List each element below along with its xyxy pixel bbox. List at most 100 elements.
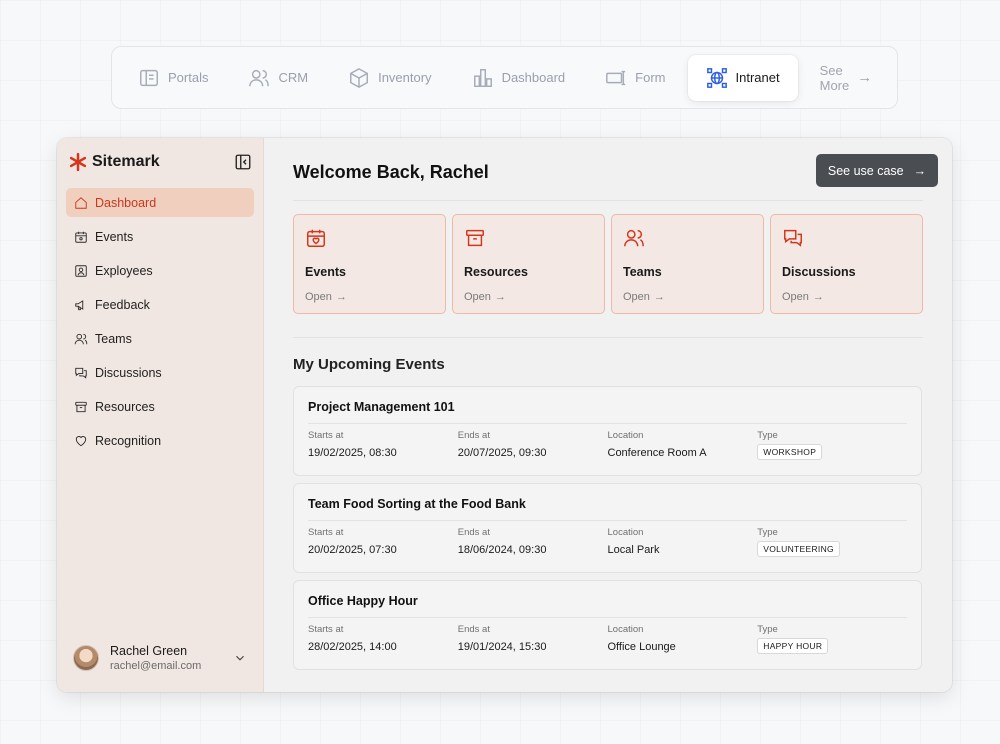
arrow-right-icon: → xyxy=(335,291,347,303)
chevron-down-icon[interactable] xyxy=(233,651,247,665)
location-label: Location xyxy=(607,624,644,635)
event-details: Starts at 20/02/2025, 07:30 Ends at 18/06/… xyxy=(308,527,907,557)
sidebar-item-dashboard[interactable]: Dashboard xyxy=(66,188,254,217)
tab-inventory[interactable]: Inventory xyxy=(330,55,449,101)
tab-dashboard[interactable]: Dashboard xyxy=(454,55,584,101)
archive-icon xyxy=(75,401,87,412)
arrow-right-icon: → xyxy=(857,69,873,86)
sidebar-item-employees[interactable]: Exployees xyxy=(66,256,254,285)
event-location: Location Conference Room A xyxy=(608,430,758,460)
chat-icon xyxy=(75,367,87,379)
tab-label: Form xyxy=(635,70,666,85)
event-details: Starts at 28/02/2025, 14:00 Ends at 19/01/… xyxy=(308,624,907,654)
divider xyxy=(308,617,907,618)
card-discussions[interactable]: Discussions Open → xyxy=(770,214,923,314)
event-type: Type WORKSHOP xyxy=(757,430,907,460)
location-label: Location xyxy=(607,527,644,538)
inventory-icon xyxy=(350,67,369,88)
section-title: My Upcoming Events xyxy=(293,356,445,373)
ends-label: Ends at xyxy=(457,527,490,538)
tab-portals[interactable]: Portals xyxy=(120,55,226,101)
sidebar-item-resources[interactable]: Resources xyxy=(66,392,254,421)
sidebar-item-feedback[interactable]: Feedback xyxy=(66,290,254,319)
open-label: Open xyxy=(464,291,491,303)
starts-label: Starts at xyxy=(308,527,344,538)
users-icon xyxy=(74,333,88,344)
type-label: Type xyxy=(757,527,778,538)
collapse-sidebar-icon[interactable] xyxy=(234,153,252,171)
see-more-link[interactable]: See More → xyxy=(802,55,891,101)
user-email: rachel@email.com xyxy=(110,660,202,672)
location-value: Local Park xyxy=(607,544,660,556)
starts-label: Starts at xyxy=(308,624,344,635)
card-title: Discussions xyxy=(782,265,856,279)
arrow-right-icon: → xyxy=(494,291,506,303)
divider xyxy=(308,520,907,521)
id-card-icon xyxy=(75,264,87,277)
card-title: Teams xyxy=(623,265,662,279)
ends-value: 19/01/2024, 15:30 xyxy=(457,641,547,653)
sidebar-item-label: Feedback xyxy=(95,297,150,312)
calendar-icon xyxy=(75,231,87,243)
page-title: Welcome Back, Rachel xyxy=(293,162,489,182)
ends-label: Ends at xyxy=(457,430,490,441)
card-teams[interactable]: Teams Open → xyxy=(611,214,764,314)
card-events[interactable]: Events Open → xyxy=(293,214,446,314)
event-card[interactable]: Project Management 101 Starts at 19/02/20… xyxy=(293,386,922,476)
user-info: Rachel Green rachel@email.com xyxy=(110,644,222,672)
sidebar-item-label: Teams xyxy=(95,331,132,346)
event-ends: Ends at 18/06/2024, 09:30 xyxy=(458,527,608,557)
open-link[interactable]: Open → xyxy=(782,291,911,303)
tab-form[interactable]: Form xyxy=(587,55,683,101)
event-starts: Starts at 19/02/2025, 08:30 xyxy=(308,430,458,460)
event-ends: Ends at 20/07/2025, 09:30 xyxy=(458,430,608,460)
sidebar-item-discussions[interactable]: Discussions xyxy=(66,358,254,387)
open-link[interactable]: Open → xyxy=(464,291,593,303)
type-badge: WORKSHOP xyxy=(757,444,823,460)
event-card[interactable]: Office Happy Hour Starts at 28/02/2025, 1… xyxy=(293,580,922,670)
tab-intranet[interactable]: Intranet xyxy=(687,54,798,101)
sidebar-item-label: Exployees xyxy=(95,263,153,278)
tab-label: Portals xyxy=(168,70,209,85)
calendar-heart-icon xyxy=(307,229,325,247)
event-location: Location Office Lounge xyxy=(608,624,758,654)
chat-icon xyxy=(784,229,802,247)
starts-label: Starts at xyxy=(308,430,344,441)
sidebar-item-label: Dashboard xyxy=(95,195,157,210)
sidebar-item-teams[interactable]: Teams xyxy=(66,324,254,353)
see-use-case-button[interactable]: See use case → xyxy=(816,154,938,187)
location-value: Office Lounge xyxy=(607,641,676,653)
card-title: Events xyxy=(305,265,346,279)
type-badge: VOLUNTEERING xyxy=(757,541,840,557)
tab-label: CRM xyxy=(278,70,309,85)
open-link[interactable]: Open → xyxy=(305,291,434,303)
sidebar-item-label: Recognition xyxy=(95,433,162,448)
event-card[interactable]: Team Food Sorting at the Food Bank Start… xyxy=(293,483,922,573)
divider xyxy=(308,423,907,424)
sidebar-item-events[interactable]: Events xyxy=(66,222,254,251)
event-starts: Starts at 28/02/2025, 14:00 xyxy=(308,624,458,654)
sidebar-item-recognition[interactable]: Recognition xyxy=(66,426,254,455)
event-title: Team Food Sorting at the Food Bank xyxy=(308,497,526,511)
page-header: Welcome Back, Rachel See use case → xyxy=(293,154,938,187)
dashboard-icon xyxy=(473,68,492,87)
tab-crm[interactable]: CRM xyxy=(230,55,326,101)
card-resources[interactable]: Resources Open → xyxy=(452,214,605,314)
sidebar-item-label: Resources xyxy=(95,399,155,414)
tab-label: See More xyxy=(819,62,850,93)
heart-icon xyxy=(75,435,87,446)
sitemark-logo-icon xyxy=(69,152,87,172)
event-title: Project Management 101 xyxy=(308,400,455,414)
type-label: Type xyxy=(757,430,778,441)
open-label: Open xyxy=(623,291,650,303)
brand-row: Sitemark xyxy=(66,150,254,174)
ends-value: 18/06/2024, 09:30 xyxy=(457,544,547,556)
home-icon xyxy=(75,196,87,209)
event-type: Type HAPPY HOUR xyxy=(757,624,907,654)
event-location: Location Local Park xyxy=(608,527,758,557)
starts-value: 20/02/2025, 07:30 xyxy=(308,544,397,556)
open-link[interactable]: Open → xyxy=(623,291,752,303)
intranet-app-window: Sitemark Dashboard Events Exployees Feed… xyxy=(57,138,952,692)
user-profile-menu[interactable]: Rachel Green rachel@email.com xyxy=(73,644,247,672)
arrow-right-icon: → xyxy=(812,291,824,303)
